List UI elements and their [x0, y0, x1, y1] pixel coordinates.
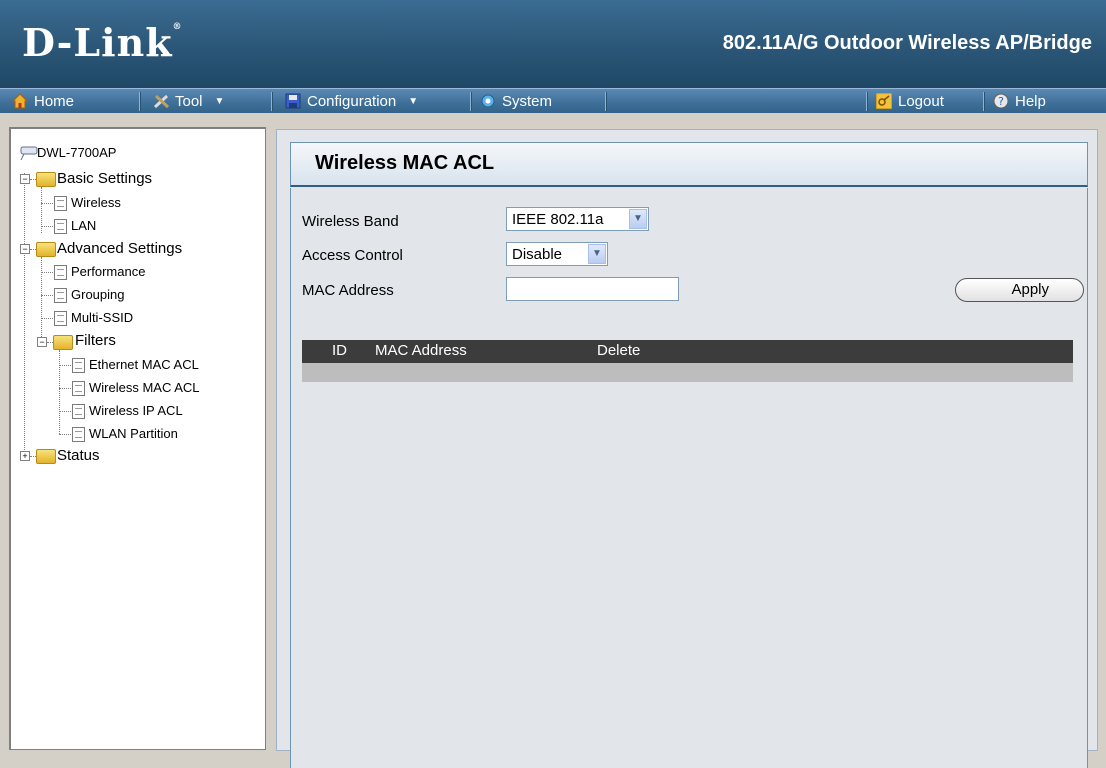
page-icon: [72, 381, 85, 396]
menu-configuration-label: Configuration: [307, 92, 397, 110]
wireless-band-value: IEEE 802.11a: [512, 211, 604, 228]
chevron-down-icon: ▼: [408, 95, 419, 107]
collapse-icon[interactable]: −: [20, 174, 30, 184]
header-banner: D-Link® 802.11A/G Outdoor Wireless AP/Br…: [0, 0, 1106, 88]
menu-configuration[interactable]: Configuration ▼: [285, 89, 418, 113]
tree-basic-settings[interactable]: Basic Settings: [57, 169, 152, 189]
chevron-down-icon: ▼: [214, 95, 225, 107]
menu-help-label: Help: [1015, 92, 1046, 110]
menu-system[interactable]: System: [480, 89, 552, 113]
page-icon: [72, 404, 85, 419]
folder-closed-icon: [36, 449, 56, 464]
apply-button[interactable]: Apply: [955, 278, 1084, 302]
tree-root-dwl-7700ap[interactable]: DWL-7700AP: [37, 143, 116, 163]
panel-body: Wireless Band IEEE 802.11a ▼ Access Cont…: [290, 188, 1088, 768]
column-delete: Delete: [597, 342, 641, 359]
menu-logout-label: Logout: [898, 92, 944, 110]
mac-address-label: MAC Address: [302, 282, 394, 299]
tools-icon: [153, 93, 170, 109]
page-icon: [54, 288, 67, 303]
wireless-band-label: Wireless Band: [302, 213, 399, 230]
tree-wireless-ip-acl[interactable]: Wireless IP ACL: [89, 401, 183, 421]
tree-lan[interactable]: LAN: [71, 216, 96, 236]
folder-open-icon: [53, 335, 73, 350]
folder-open-icon: [36, 242, 56, 257]
page-icon: [54, 219, 67, 234]
logo-text: D-Link: [22, 20, 173, 65]
tree-advanced-settings[interactable]: Advanced Settings: [57, 239, 182, 259]
panel-titlebar: Wireless MAC ACL: [290, 142, 1088, 187]
tree-wlan-partition[interactable]: WLAN Partition: [89, 424, 178, 444]
tree-filters[interactable]: Filters: [75, 331, 116, 351]
tree-performance[interactable]: Performance: [71, 262, 145, 282]
content-panel: Wireless MAC ACL Wireless Band IEEE 802.…: [276, 129, 1098, 768]
table-row: [302, 363, 1073, 382]
menu-tool-label: Tool: [175, 92, 203, 110]
navigation-tree: DWL-7700AP − Basic Settings Wireless LAN…: [9, 127, 266, 750]
help-icon: ?: [993, 93, 1009, 109]
dropdown-arrow-icon[interactable]: ▼: [588, 244, 606, 264]
wireless-band-select[interactable]: IEEE 802.11a ▼: [506, 207, 649, 231]
access-control-label: Access Control: [302, 247, 403, 264]
column-id: ID: [332, 342, 347, 359]
dlink-logo: D-Link®: [22, 20, 183, 65]
menu-home[interactable]: Home: [11, 89, 75, 113]
collapse-icon[interactable]: −: [20, 244, 30, 254]
page-title: Wireless MAC ACL: [315, 152, 495, 174]
system-gear-icon: [480, 93, 496, 109]
tree-wireless[interactable]: Wireless: [71, 193, 121, 213]
mac-address-input[interactable]: [506, 277, 679, 301]
home-icon: [11, 93, 29, 109]
page-icon: [72, 358, 85, 373]
key-icon: [875, 92, 893, 110]
svg-text:?: ?: [998, 95, 1004, 108]
tree-multi-ssid[interactable]: Multi-SSID: [71, 308, 133, 328]
menu-logout[interactable]: Logout: [875, 89, 944, 113]
tree-status[interactable]: Status: [57, 446, 100, 466]
expand-icon[interactable]: +: [20, 451, 30, 461]
product-title: 802.11A/G Outdoor Wireless AP/Bridge: [722, 32, 1092, 54]
dropdown-arrow-icon[interactable]: ▼: [629, 209, 647, 229]
menu-bar: Home Tool ▼ Configuration ▼ System Logou…: [0, 88, 1106, 114]
acl-table-header: ID MAC Address Delete: [302, 340, 1073, 363]
menu-system-label: System: [502, 92, 553, 110]
tree-grouping[interactable]: Grouping: [71, 285, 124, 305]
page-icon: [54, 311, 67, 326]
page-icon: [54, 196, 67, 211]
tree-ethernet-mac-acl[interactable]: Ethernet MAC ACL: [89, 355, 199, 375]
tree-wireless-mac-acl[interactable]: Wireless MAC ACL: [89, 378, 200, 398]
menu-help[interactable]: ? Help: [993, 89, 1046, 113]
access-control-select[interactable]: Disable ▼: [506, 242, 608, 266]
menu-home-label: Home: [34, 92, 75, 110]
access-point-icon: [19, 143, 39, 161]
page-icon: [72, 427, 85, 442]
page-icon: [54, 265, 67, 280]
floppy-disk-icon: [285, 93, 301, 109]
menu-tool[interactable]: Tool ▼: [153, 89, 224, 113]
collapse-icon[interactable]: −: [37, 337, 47, 347]
column-mac-address: MAC Address: [375, 342, 467, 359]
access-control-value: Disable: [512, 246, 563, 263]
folder-open-icon: [36, 172, 56, 187]
